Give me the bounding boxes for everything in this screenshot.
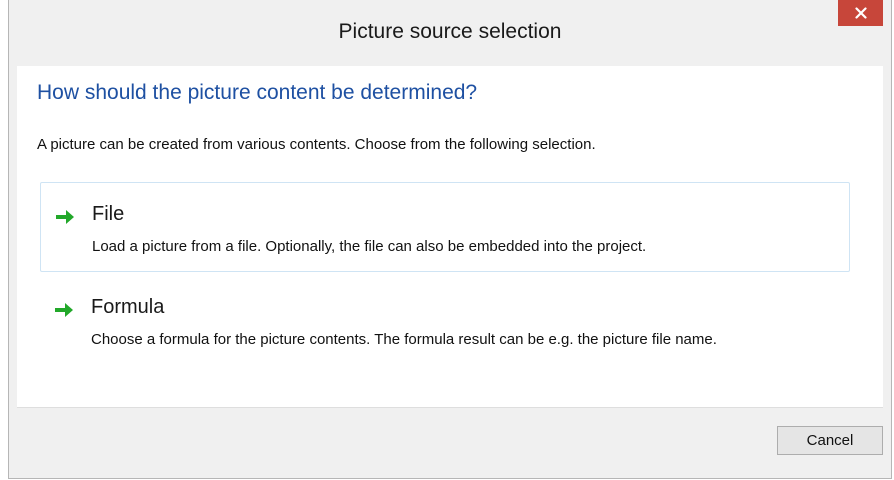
close-button[interactable] [838, 0, 883, 26]
option-formula-description: Choose a formula for the picture content… [91, 331, 717, 348]
option-formula[interactable]: Formula Choose a formula for the picture… [40, 286, 850, 386]
dialog-heading: How should the picture content be determ… [37, 81, 478, 104]
dialog-description: A picture can be created from various co… [37, 136, 596, 153]
option-file-title: File [92, 203, 125, 225]
option-formula-title: Formula [91, 296, 165, 318]
close-icon [854, 7, 867, 19]
arrow-right-icon [56, 210, 74, 224]
option-file-description: Load a picture from a file. Optionally, … [92, 238, 647, 255]
dialog-content: How should the picture content be determ… [17, 66, 883, 407]
dialog-window: Picture source selection How should the … [8, 0, 892, 479]
option-file[interactable]: File Load a picture from a file. Optiona… [40, 182, 850, 272]
title-bar: Picture source selection [9, 0, 891, 66]
dialog-footer: Cancel [17, 407, 883, 471]
cancel-button[interactable]: Cancel [777, 426, 883, 455]
arrow-right-icon [55, 303, 73, 317]
dialog-title: Picture source selection [338, 20, 562, 43]
